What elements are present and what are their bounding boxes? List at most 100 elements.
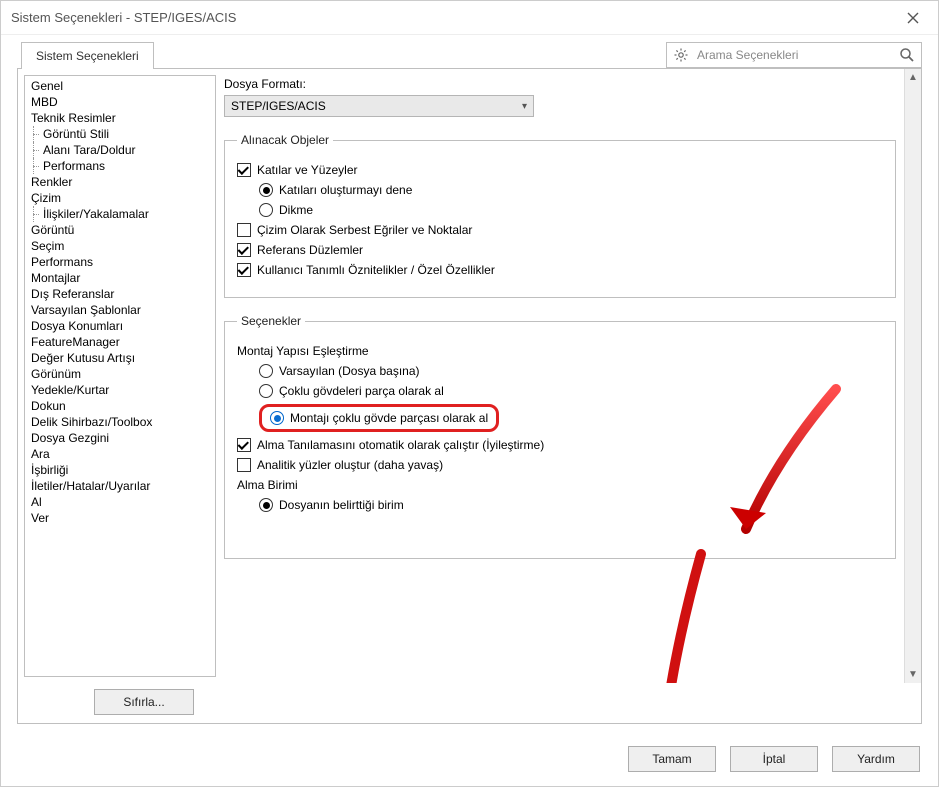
tree-item-label: Genel: [31, 79, 63, 93]
opt-analytic[interactable]: Analitik yüzler oluştur (daha yavaş): [237, 458, 883, 472]
opt-label: Dosyanın belirttiği birim: [279, 498, 404, 512]
search-input[interactable]: [695, 47, 893, 63]
opt-label: Analitik yüzler oluştur (daha yavaş): [257, 458, 443, 472]
tree-item[interactable]: Dış Referanslar: [25, 286, 215, 302]
radio-unit-file[interactable]: [259, 498, 273, 512]
opt-multi-as-parts[interactable]: Çoklu gövdeleri parça olarak al: [259, 384, 883, 398]
tree-item[interactable]: MBD: [25, 94, 215, 110]
tree-item-label: Görüntü Stili: [43, 127, 109, 141]
dialog-buttons: Tamam İptal Yardım: [1, 736, 938, 786]
opt-unit-file[interactable]: Dosyanın belirttiği birim: [259, 498, 883, 512]
checkbox-free-curves[interactable]: [237, 223, 251, 237]
checkbox-ref-planes[interactable]: [237, 243, 251, 257]
tree-item[interactable]: Ver: [25, 510, 215, 526]
category-tree[interactable]: GenelMBDTeknik Resimler Görüntü Stili Alan…: [24, 75, 216, 677]
tree-item[interactable]: İlişkiler/Yakalamalar: [25, 206, 215, 222]
tab-system-options[interactable]: Sistem Seçenekleri: [21, 42, 154, 69]
tree-item[interactable]: Görüntü: [25, 222, 215, 238]
tree-item[interactable]: FeatureManager: [25, 334, 215, 350]
tree-item[interactable]: İşbirliği: [25, 462, 215, 478]
content: GenelMBDTeknik Resimler Görüntü Stili Alan…: [18, 69, 921, 683]
top-row: Sistem Seçenekleri: [1, 35, 938, 68]
tree-item[interactable]: Görüntü Stili: [25, 126, 215, 142]
tree-item-label: Teknik Resimler: [31, 111, 116, 125]
tree-item-label: Görüntü: [31, 223, 74, 237]
opt-free-curves[interactable]: Çizim Olarak Serbest Eğriler ve Noktalar: [237, 223, 883, 237]
tree-item[interactable]: Çizim: [25, 190, 215, 206]
opt-solids-surfaces[interactable]: Katılar ve Yüzeyler: [237, 163, 883, 177]
tree-item[interactable]: Dosya Gezgini: [25, 430, 215, 446]
checkbox-analytic[interactable]: [237, 458, 251, 472]
tree-item[interactable]: Alanı Tara/Doldur: [25, 142, 215, 158]
system-options-window: Sistem Seçenekleri - STEP/IGES/ACIS Sist…: [0, 0, 939, 787]
tree-item[interactable]: Montajlar: [25, 270, 215, 286]
opt-auto-diag[interactable]: Alma Tanılamasını otomatik olarak çalışt…: [237, 438, 883, 452]
opt-label: Çoklu gövdeleri parça olarak al: [279, 384, 444, 398]
tree-item[interactable]: Dosya Konumları: [25, 318, 215, 334]
reset-label: Sıfırla...: [123, 695, 164, 709]
tree-item-label: Seçim: [31, 239, 64, 253]
tree-item-label: Varsayılan Şablonlar: [31, 303, 141, 317]
scroll-track[interactable]: [905, 86, 921, 666]
group-import-legend: Alınacak Objeler: [237, 133, 333, 147]
opt-knit[interactable]: Dikme: [259, 203, 883, 217]
checkbox-solids-surfaces[interactable]: [237, 163, 251, 177]
opt-user-attrs[interactable]: Kullanıcı Tanımlı Öznitelikler / Özel Öz…: [237, 263, 883, 277]
radio-knit[interactable]: [259, 203, 273, 217]
tree-item[interactable]: İletiler/Hatalar/Uyarılar: [25, 478, 215, 494]
opt-label: Varsayılan (Dosya başına): [279, 364, 420, 378]
tree-item[interactable]: Delik Sihirbazı/Toolbox: [25, 414, 215, 430]
highlighted-option: Montajı çoklu gövde parçası olarak al: [259, 404, 499, 432]
tree-item-label: FeatureManager: [31, 335, 120, 349]
opt-default-per-file[interactable]: Varsayılan (Dosya başına): [259, 364, 883, 378]
checkbox-user-attrs[interactable]: [237, 263, 251, 277]
tree-item[interactable]: Teknik Resimler: [25, 110, 215, 126]
close-button[interactable]: [898, 6, 928, 30]
group-options: Seçenekler Montaj Yapısı Eşleştirme Vars…: [224, 314, 896, 559]
tree-item-label: Dış Referanslar: [31, 287, 114, 301]
reset-row: Sıfırla...: [18, 683, 921, 723]
tree-item[interactable]: Değer Kutusu Artışı: [25, 350, 215, 366]
tree-item[interactable]: Dokun: [25, 398, 215, 414]
checkbox-auto-diag[interactable]: [237, 438, 251, 452]
tree-item[interactable]: Varsayılan Şablonlar: [25, 302, 215, 318]
tree-item-label: İletiler/Hatalar/Uyarılar: [31, 479, 150, 493]
search-box[interactable]: [666, 42, 922, 68]
tree-item[interactable]: Renkler: [25, 174, 215, 190]
tree-item-label: İşbirliği: [31, 463, 68, 477]
tree-item-label: Alanı Tara/Doldur: [43, 143, 136, 157]
tree-item[interactable]: Ara: [25, 446, 215, 462]
close-icon: [907, 12, 919, 24]
file-format-select[interactable]: STEP/IGES/ACIS ▾: [224, 95, 534, 117]
tree-item[interactable]: Yedekle/Kurtar: [25, 382, 215, 398]
cancel-label: İptal: [763, 752, 786, 766]
radio-default-per-file[interactable]: [259, 364, 273, 378]
tree-item-label: Performans: [43, 159, 105, 173]
tree-item[interactable]: Al: [25, 494, 215, 510]
tree-item[interactable]: Görünüm: [25, 366, 215, 382]
help-button[interactable]: Yardım: [832, 746, 920, 772]
tree-item[interactable]: Seçim: [25, 238, 215, 254]
tree-item[interactable]: Genel: [25, 78, 215, 94]
ok-button[interactable]: Tamam: [628, 746, 716, 772]
titlebar: Sistem Seçenekleri - STEP/IGES/ACIS: [1, 1, 938, 35]
reset-button[interactable]: Sıfırla...: [94, 689, 194, 715]
gear-icon: [673, 47, 689, 63]
radio-multi-as-parts[interactable]: [259, 384, 273, 398]
tree-item[interactable]: Performans: [25, 254, 215, 270]
scroll-down-icon[interactable]: ▼: [905, 666, 921, 683]
scroll-up-icon[interactable]: ▲: [905, 69, 921, 86]
tree-item-label: Yedekle/Kurtar: [31, 383, 109, 397]
radio-try-form-solids[interactable]: [259, 183, 273, 197]
opt-label: Çizim Olarak Serbest Eğriler ve Noktalar: [257, 223, 472, 237]
radio-assembly-as-multibody[interactable]: [270, 411, 284, 425]
cancel-button[interactable]: İptal: [730, 746, 818, 772]
content-frame: GenelMBDTeknik Resimler Görüntü Stili Alan…: [17, 68, 922, 724]
scrollbar-vertical[interactable]: ▲ ▼: [904, 69, 921, 683]
opt-assembly-as-multibody[interactable]: Montajı çoklu gövde parçası olarak al: [259, 404, 883, 432]
tree-item[interactable]: Performans: [25, 158, 215, 174]
opt-ref-planes[interactable]: Referans Düzlemler: [237, 243, 883, 257]
tree-item-label: Montajlar: [31, 271, 80, 285]
opt-try-form-solids[interactable]: Katıları oluşturmayı dene: [259, 183, 883, 197]
tree-item-label: Renkler: [31, 175, 72, 189]
